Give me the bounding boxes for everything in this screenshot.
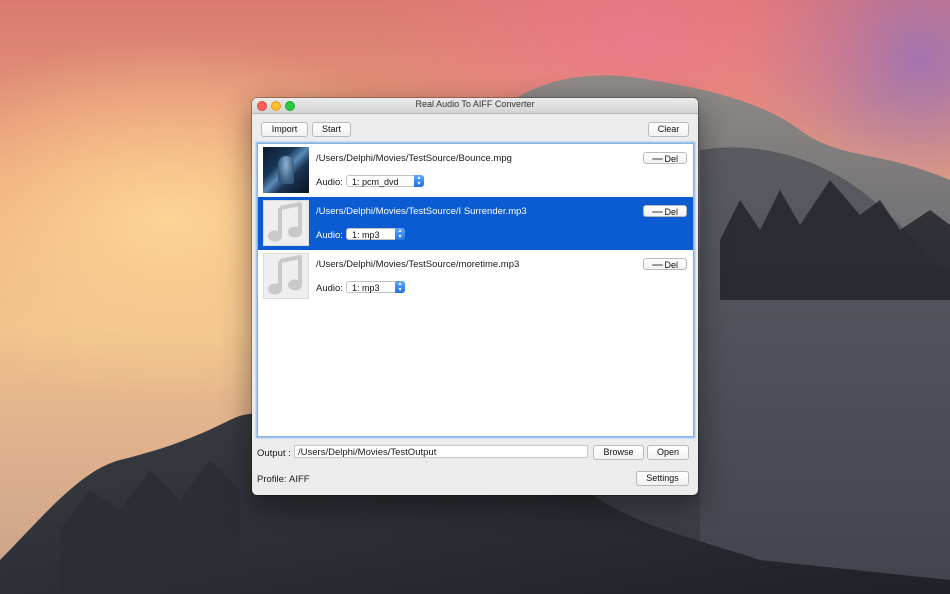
minus-icon (652, 264, 663, 266)
file-row-selected[interactable]: /Users/Delphi/Movies/TestSource/I Surren… (258, 197, 693, 250)
profile-value: AIFF (289, 474, 310, 485)
audio-track-value: 1: pcm_dvd (352, 177, 399, 187)
start-button[interactable]: Start (312, 122, 351, 137)
file-path: /Users/Delphi/Movies/TestSource/Bounce.m… (316, 153, 512, 164)
open-button[interactable]: Open (647, 445, 689, 460)
updown-arrows-icon: ▴ ▾ (395, 228, 405, 240)
output-label: Output : (257, 448, 291, 459)
minus-icon (652, 211, 663, 213)
title-bar[interactable]: Real Audio To AIFF Converter (252, 98, 698, 114)
file-path: /Users/Delphi/Movies/TestSource/moretime… (316, 259, 520, 270)
audio-track-select[interactable]: 1: pcm_dvd ▴ ▾ (346, 175, 424, 187)
audio-thumbnail (263, 200, 309, 246)
import-button[interactable]: Import (261, 122, 308, 137)
audio-track-value: 1: mp3 (352, 283, 380, 293)
delete-button[interactable]: Del (643, 258, 687, 270)
updown-arrows-icon: ▴ ▾ (395, 281, 405, 293)
music-note-icon (268, 255, 302, 295)
audio-label: Audio: (316, 283, 343, 294)
file-path: /Users/Delphi/Movies/TestSource/I Surren… (316, 206, 527, 217)
delete-label: Del (664, 207, 678, 217)
audio-track-value: 1: mp3 (352, 230, 380, 240)
file-list[interactable]: /Users/Delphi/Movies/TestSource/Bounce.m… (257, 143, 694, 437)
audio-label: Audio: (316, 177, 343, 188)
app-window: Real Audio To AIFF Converter Import Star… (252, 98, 698, 495)
music-note-icon (268, 202, 302, 242)
minus-icon (652, 158, 663, 160)
output-path-field[interactable]: /Users/Delphi/Movies/TestOutput (294, 445, 588, 458)
file-row[interactable]: /Users/Delphi/Movies/TestSource/moretime… (258, 250, 693, 303)
audio-thumbnail (263, 253, 309, 299)
browse-button[interactable]: Browse (593, 445, 644, 460)
audio-label: Audio: (316, 230, 343, 241)
profile-label: Profile: (257, 474, 287, 485)
delete-label: Del (664, 154, 678, 164)
window-title: Real Audio To AIFF Converter (415, 99, 535, 109)
audio-track-select[interactable]: 1: mp3 ▴ ▾ (346, 228, 405, 240)
updown-arrows-icon: ▴ ▾ (414, 175, 424, 187)
delete-label: Del (664, 260, 678, 270)
clear-button[interactable]: Clear (648, 122, 689, 137)
delete-button[interactable]: Del (643, 205, 687, 217)
audio-track-select[interactable]: 1: mp3 ▴ ▾ (346, 281, 405, 293)
settings-button[interactable]: Settings (636, 471, 689, 486)
video-thumbnail (263, 147, 309, 193)
delete-button[interactable]: Del (643, 152, 687, 164)
file-row[interactable]: /Users/Delphi/Movies/TestSource/Bounce.m… (258, 144, 693, 197)
